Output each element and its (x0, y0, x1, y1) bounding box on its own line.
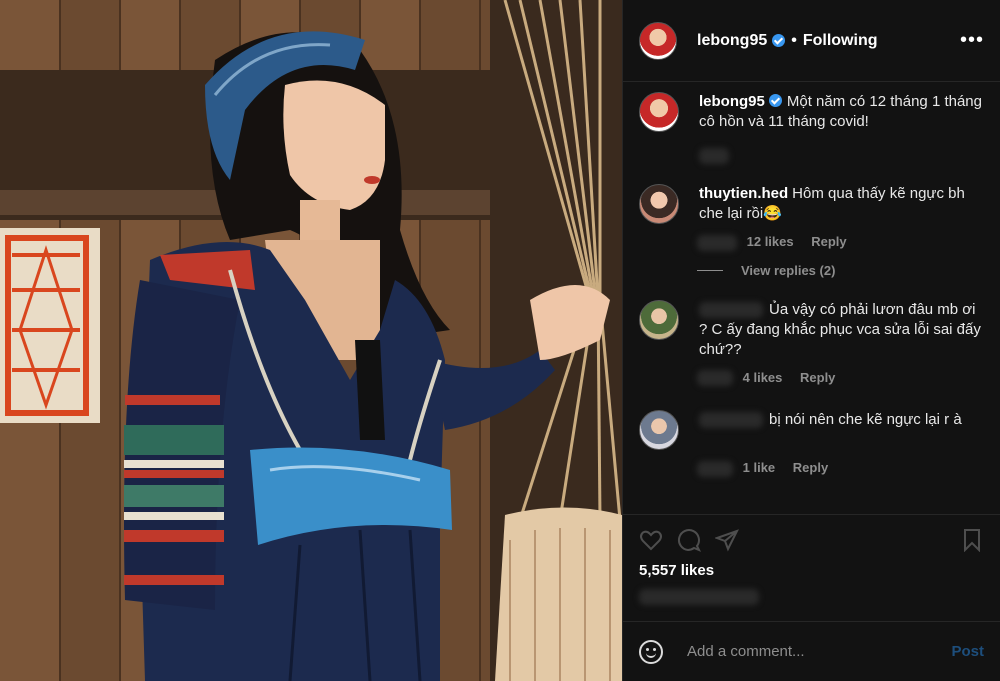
bookmark-icon[interactable] (960, 528, 984, 552)
comment-likes[interactable]: 1 like (743, 460, 776, 475)
comment-body: Ủa vậy có phải lươn đâu mb ơi ? C ấy đan… (699, 300, 984, 360)
view-replies-button[interactable]: View replies (2) (697, 263, 984, 278)
post-actions: 5,557 likes (623, 514, 1000, 614)
author-username[interactable]: lebong95 (697, 32, 767, 50)
author-avatar[interactable] (639, 21, 677, 60)
comment-meta: 1 like Reply (697, 460, 984, 477)
post-side-panel: lebong95 • Following ••• lebong95 Một năm… (622, 0, 1000, 681)
share-icon[interactable] (715, 528, 739, 552)
separator-dot: • (791, 31, 797, 49)
caption-author-avatar[interactable] (639, 92, 679, 132)
more-icon[interactable]: ••• (960, 29, 984, 52)
instagram-post-view: lebong95 • Following ••• lebong95 Một năm… (0, 0, 1000, 681)
action-icons-row (639, 527, 984, 553)
caption: lebong95 Một năm có 12 tháng 1 tháng cô h… (639, 92, 984, 166)
reply-button[interactable]: Reply (811, 234, 846, 249)
post-header: lebong95 • Following ••• (623, 0, 1000, 82)
verified-badge-icon (772, 34, 786, 47)
comment-likes[interactable]: 12 likes (747, 234, 794, 249)
post-image (0, 0, 622, 681)
emoji-icon[interactable] (639, 639, 663, 664)
likes-count[interactable]: 5,557 likes (639, 562, 984, 579)
post-photo[interactable] (0, 0, 622, 681)
comment-body: thuytien.hed Hôm qua thấy kẽ ngực bh che … (699, 184, 984, 224)
view-replies-line (697, 269, 723, 271)
add-comment-bar: Post (623, 621, 1000, 681)
comment-likes[interactable]: 4 likes (743, 370, 783, 385)
commenter-avatar[interactable] (639, 184, 679, 224)
comment-meta: 4 likes Reply (697, 370, 984, 387)
comment-text: bị nói nên che kẽ ngực lại r à (769, 411, 962, 429)
following-button[interactable]: Following (803, 32, 878, 50)
comment-item: Ủa vậy có phải lươn đâu mb ơi ? C ấy đan… (639, 299, 984, 360)
commenter-avatar[interactable] (639, 410, 679, 451)
comment-username[interactable]: thuytien.hed (699, 185, 788, 202)
comment-item: thuytien.hed Hôm qua thấy kẽ ngực bh che … (639, 184, 984, 224)
post-comment-button[interactable]: Post (951, 643, 984, 660)
comment-body: bị nói nên che kẽ ngực lại r à (699, 410, 962, 430)
comment-item: bị nói nên che kẽ ngực lại r à (639, 410, 984, 451)
reply-button[interactable]: Reply (800, 370, 835, 385)
caption-body: lebong95 Một năm có 12 tháng 1 tháng cô h… (699, 92, 984, 166)
caption-username[interactable]: lebong95 (699, 93, 765, 110)
post-date-redacted (639, 589, 759, 605)
comment-input[interactable] (685, 642, 952, 661)
comments-list[interactable]: lebong95 Một năm có 12 tháng 1 tháng cô h… (623, 82, 1000, 514)
caption-date-redacted (699, 146, 984, 166)
commenter-avatar[interactable] (639, 299, 679, 340)
comment-username-redacted (699, 412, 763, 429)
comment-meta: 12 likes Reply (697, 234, 984, 251)
reply-button[interactable]: Reply (793, 460, 828, 475)
verified-badge-icon (768, 94, 782, 107)
comment-icon[interactable] (677, 528, 701, 552)
comment-username-redacted (699, 301, 763, 318)
view-replies-label: View replies (2) (741, 262, 836, 278)
heart-icon[interactable] (639, 528, 663, 552)
